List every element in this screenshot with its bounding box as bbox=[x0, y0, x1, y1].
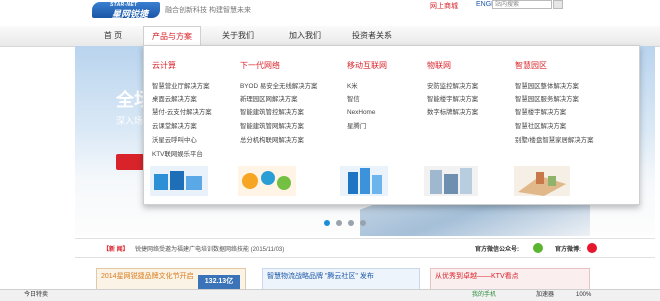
carousel-dot[interactable] bbox=[360, 220, 366, 226]
promo-card[interactable]: 从优秀到卓越——KTV看点 bbox=[430, 268, 590, 290]
news-label: 【新 闻】 bbox=[103, 247, 129, 253]
carousel-dot[interactable] bbox=[324, 220, 330, 226]
menu-item[interactable]: 数字标牌解决方案 bbox=[427, 108, 478, 118]
brand-logo[interactable]: STAR-NET 星网锐捷 bbox=[92, 2, 160, 19]
iot-thumbnail[interactable] bbox=[424, 166, 478, 196]
status-accelerator[interactable]: 加速器 bbox=[536, 290, 554, 300]
menu-item[interactable]: 慧付-云支付解决方案 bbox=[152, 108, 212, 118]
online-mall-link[interactable]: 网上商城 bbox=[430, 1, 458, 11]
park-thumbnail[interactable] bbox=[514, 166, 570, 196]
menu-item[interactable]: 星腾门 bbox=[347, 122, 366, 132]
logo-chinese: 星网锐捷 bbox=[112, 9, 149, 19]
browser-status-bar bbox=[0, 289, 660, 301]
slogan: 融合创新科技 构建智慧未来 bbox=[165, 7, 251, 14]
menu-item[interactable]: 智能建筑管控解决方案 bbox=[240, 108, 304, 118]
nav-products[interactable]: 产品与方案 bbox=[143, 26, 201, 46]
menu-item[interactable]: 智慧营业厅解决方案 bbox=[152, 82, 210, 92]
col-network-title[interactable]: 下一代网络 bbox=[240, 60, 280, 71]
weibo-icon[interactable] bbox=[587, 243, 597, 253]
menu-item[interactable]: 新理园区网解决方案 bbox=[240, 95, 298, 105]
promo-badge: 132.13亿 bbox=[198, 275, 240, 289]
nav-home[interactable]: 首 页 bbox=[95, 29, 131, 43]
promo-text: 智慧物流战略品牌 "腾云社区" 发布 bbox=[267, 273, 374, 280]
promo-text: 从优秀到卓越——KTV看点 bbox=[435, 273, 519, 280]
nav-careers[interactable]: 加入我们 bbox=[280, 29, 330, 43]
search-input[interactable]: 站内搜索 bbox=[492, 0, 552, 9]
menu-item[interactable]: 智慧园区整体解决方案 bbox=[515, 82, 579, 92]
main-nav: 首 页 关于我们 加入我们 投资者关系 bbox=[0, 26, 660, 47]
mobile-thumbnail[interactable] bbox=[340, 166, 388, 196]
promo-card[interactable]: 智慧物流战略品牌 "腾云社区" 发布 bbox=[262, 268, 420, 290]
menu-item[interactable]: 沃星云呼叫中心 bbox=[152, 136, 197, 146]
menu-item[interactable]: 安防监控解决方案 bbox=[427, 82, 478, 92]
promo-text: 2014星网锐捷品牌文化节开启 bbox=[101, 273, 194, 280]
wechat-icon[interactable] bbox=[533, 243, 543, 253]
carousel-dot[interactable] bbox=[348, 220, 354, 226]
menu-item[interactable]: 智信 bbox=[347, 95, 360, 105]
menu-item[interactable]: 智慧楼宇解决方案 bbox=[515, 108, 566, 118]
menu-item[interactable]: NexHome bbox=[347, 108, 375, 118]
menu-item[interactable]: 云课堂解决方案 bbox=[152, 122, 197, 132]
wechat-label: 官方微信公众号: bbox=[475, 247, 519, 253]
menu-item[interactable]: 总分机构联网解决方案 bbox=[240, 136, 304, 146]
nav-investors[interactable]: 投资者关系 bbox=[344, 29, 400, 43]
banner-button[interactable] bbox=[116, 154, 144, 170]
nav-about[interactable]: 关于我们 bbox=[213, 29, 263, 43]
news-headline[interactable]: 锐捷网络受邀为福建广电培训数据网络技能 (2015/11/03) bbox=[135, 244, 284, 253]
menu-item[interactable]: BYOD 易安全无线解决方案 bbox=[240, 82, 317, 92]
status-deals[interactable]: 今日特卖 bbox=[24, 290, 48, 300]
menu-item[interactable]: KTV联网娱乐平台 bbox=[152, 150, 203, 160]
status-my-phone[interactable]: 我的手机 bbox=[472, 290, 496, 300]
banner-subtitle: 深入场 bbox=[116, 116, 144, 126]
menu-item[interactable]: 智能楼宇解决方案 bbox=[427, 95, 478, 105]
menu-item[interactable]: 别墅/楼盘智慧家居解决方案 bbox=[515, 136, 593, 146]
menu-item[interactable]: 智能建筑管网解决方案 bbox=[240, 122, 304, 132]
menu-item[interactable]: K米 bbox=[347, 82, 358, 92]
weibo-label: 官方微博: bbox=[555, 247, 581, 253]
network-thumbnail[interactable] bbox=[238, 166, 296, 196]
menu-item[interactable]: 智慧社区解决方案 bbox=[515, 122, 566, 132]
carousel-dot[interactable] bbox=[336, 220, 342, 226]
col-mobile-title[interactable]: 移动互联网 bbox=[347, 60, 387, 71]
nav-products-label: 产品与方案 bbox=[152, 32, 192, 41]
search-icon[interactable] bbox=[553, 0, 563, 9]
menu-item[interactable]: 桌面云解决方案 bbox=[152, 95, 197, 105]
menu-item[interactable]: 智慧园区服务解决方案 bbox=[515, 95, 579, 105]
cloud-thumbnail[interactable] bbox=[150, 166, 208, 196]
col-cloud-title[interactable]: 云计算 bbox=[152, 60, 176, 71]
col-park-title[interactable]: 智慧园区 bbox=[515, 60, 547, 71]
status-zoom[interactable]: 100% bbox=[576, 290, 591, 300]
col-iot-title[interactable]: 物联网 bbox=[427, 60, 451, 71]
